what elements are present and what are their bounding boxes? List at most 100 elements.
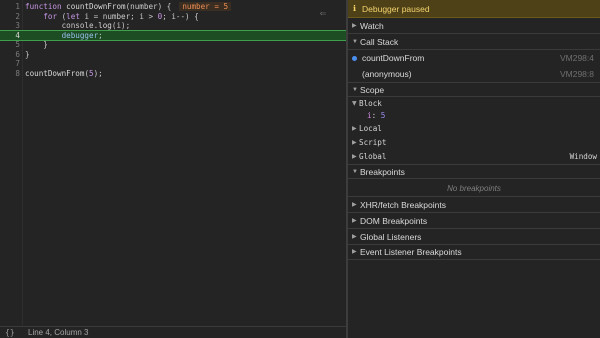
collapse-sidebar-icon[interactable]: ⇐ [318, 9, 328, 19]
section-label: Event Listener Breakpoints [360, 247, 462, 257]
section-global-listeners[interactable]: ▶ Global Listeners [348, 230, 600, 245]
code-line[interactable]: 1 function countDownFrom(number) { number … [0, 2, 346, 12]
debugger-sidebar: ℹ Debugger paused ▶ Watch ▼ Call Stack c… [348, 0, 600, 338]
scope-block[interactable]: ▼ Block [348, 97, 600, 110]
chevron-right-icon: ▶ [352, 218, 357, 224]
code-token: countDownFrom [25, 68, 85, 78]
line-number[interactable]: 8 [0, 69, 20, 79]
pretty-print-icon[interactable]: {} [5, 327, 15, 338]
line-code: countDownFrom(5); [25, 69, 103, 79]
line-number[interactable]: 4 [0, 31, 20, 41]
code-line[interactable]: 3 console.log(i); [0, 21, 346, 31]
code-line[interactable]: 5 } [0, 40, 346, 50]
current-frame-indicator-icon [352, 56, 357, 61]
scope-name: Local [359, 124, 382, 133]
code-token: } [25, 49, 30, 59]
line-code: console.log(i); [25, 21, 131, 31]
code-token: } [25, 40, 48, 49]
info-icon: ℹ [353, 4, 357, 13]
section-event-listener-breakpoints[interactable]: ▶ Event Listener Breakpoints [348, 245, 600, 260]
line-number[interactable]: 2 [0, 12, 20, 22]
section-label: Call Stack [360, 37, 399, 47]
frame-name: countDownFrom [362, 53, 425, 63]
cursor-position: Line 4, Column 3 [28, 328, 89, 337]
frame-location: VM298:4 [559, 53, 594, 63]
line-number[interactable]: 7 [0, 59, 20, 69]
chevron-right-icon: ▶ [352, 23, 357, 29]
frame-name: (anonymous) [362, 69, 412, 79]
code-token: (number) { [125, 2, 172, 11]
code-line[interactable]: 7 [0, 59, 346, 69]
scope-script[interactable]: ▶ Script [348, 136, 600, 149]
line-code: function countDownFrom(number) { number =… [25, 2, 232, 12]
variable-separator: : [371, 111, 381, 120]
editor-status-bar: {} Line 4, Column 3 [0, 326, 346, 338]
variable-value: 5 [380, 111, 386, 120]
code-line[interactable]: 2 for (let i = number; i > 0; i--) { [0, 12, 346, 22]
chevron-down-icon: ▼ [352, 100, 357, 107]
chevron-right-icon: ▶ [352, 153, 357, 160]
chevron-down-icon: ▼ [352, 39, 358, 45]
code-token: ( [57, 11, 67, 21]
scope-global[interactable]: ▶ Global Window [348, 150, 600, 163]
line-code: } [25, 50, 30, 60]
chevron-right-icon: ▶ [352, 234, 357, 240]
scope-local[interactable]: ▶ Local [348, 122, 600, 135]
debugger-paused-banner: ℹ Debugger paused [348, 0, 600, 18]
empty-state-text: No breakpoints [447, 184, 501, 193]
scope-name: Script [359, 138, 387, 147]
section-label: Scope [360, 85, 385, 95]
code-token: (i); [111, 21, 131, 30]
section-scope[interactable]: ▼ Scope [348, 82, 600, 97]
call-frame-anonymous[interactable]: (anonymous) VM298:8 [348, 67, 600, 82]
line-code: } [25, 40, 48, 50]
code-line[interactable]: 6} [0, 50, 346, 60]
section-call-stack[interactable]: ▼ Call Stack [348, 35, 600, 50]
scope-variable-i[interactable]: i: 5 [367, 109, 385, 122]
code-token: countDownFrom [66, 2, 126, 11]
no-breakpoints-message: No breakpoints [348, 180, 600, 197]
code-line[interactable]: 8 countDownFrom(5); [0, 69, 346, 79]
inline-variable-preview: number = 5 [179, 2, 232, 11]
chevron-down-icon: ▼ [352, 87, 358, 93]
code-token: for [43, 11, 58, 21]
frame-location: VM298:8 [559, 69, 594, 79]
section-dom-breakpoints[interactable]: ▶ DOM Breakpoints [348, 214, 600, 229]
scope-name: Global [359, 152, 387, 161]
section-label: DOM Breakpoints [360, 216, 428, 226]
section-label: Watch [360, 21, 384, 31]
scope-value: Window [569, 152, 597, 161]
chevron-right-icon: ▶ [352, 249, 357, 255]
chevron-down-icon: ▼ [352, 169, 358, 175]
chevron-right-icon: ▶ [352, 202, 357, 208]
section-xhr-breakpoints[interactable]: ▶ XHR/fetch Breakpoints [348, 198, 600, 213]
line-number[interactable]: 5 [0, 40, 20, 50]
section-breakpoints[interactable]: ▼ Breakpoints [348, 164, 600, 179]
line-code: for (let i = number; i > 0; i--) { [25, 11, 199, 22]
section-label: Breakpoints [360, 167, 405, 177]
code-token: function [25, 2, 67, 11]
code-token: let [66, 11, 80, 21]
code-token: ; i--) { [162, 11, 199, 21]
line-number[interactable]: 6 [0, 50, 20, 60]
line-number[interactable]: 1 [0, 2, 20, 12]
section-label: Global Listeners [360, 232, 422, 242]
line-number[interactable]: 3 [0, 21, 20, 31]
section-watch[interactable]: ▶ Watch [348, 19, 600, 34]
code-token: i = number; i > [79, 11, 158, 21]
chevron-right-icon: ▶ [352, 125, 357, 132]
code-token: ); [93, 68, 103, 78]
line-code: debugger; [25, 31, 103, 41]
code-token: ; [98, 30, 103, 40]
call-frame-countdownfrom[interactable]: countDownFrom VM298:4 [348, 51, 600, 66]
paused-message: Debugger paused [362, 4, 430, 14]
chevron-right-icon: ▶ [352, 139, 357, 146]
code-token: console. [25, 21, 99, 30]
code-token: debugger [61, 30, 99, 40]
code-token: log [98, 21, 112, 30]
code-line-active[interactable]: 4 debugger; [0, 29, 347, 41]
section-label: XHR/fetch Breakpoints [360, 200, 446, 210]
code-editor[interactable]: 1 function countDownFrom(number) {number … [0, 0, 347, 326]
